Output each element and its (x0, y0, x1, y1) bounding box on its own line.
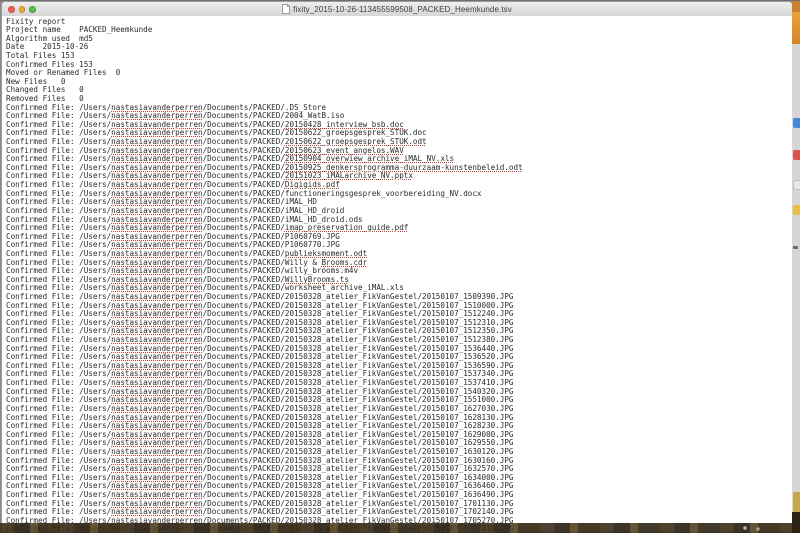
title-bar[interactable]: fixity_2015-10-26-113455599508_PACKED_He… (2, 2, 792, 17)
desktop-right-sliver (792, 0, 800, 533)
desktop-icon-tan[interactable] (793, 492, 800, 512)
window-title: fixity_2015-10-26-113455599508_PACKED_He… (293, 5, 512, 14)
wallpaper-orange-patch (792, 12, 800, 44)
wallpaper-bottom-strip (0, 523, 800, 533)
report-header-line: Changed Files 0 (6, 86, 792, 95)
desktop-icon-yellow[interactable] (793, 205, 800, 215)
report-header-line: Date 2015-10-26 (6, 43, 792, 52)
report-header-line: Moved or Renamed Files 0 (6, 69, 792, 78)
report-header-line: New Files 0 (6, 78, 792, 87)
report-header-line: Project name PACKED_Heemkunde (6, 26, 792, 35)
wallpaper-orange-corner (792, 0, 800, 12)
desktop-icon-pale[interactable] (793, 180, 800, 190)
report-content[interactable]: Fixity reportProject name PACKED_Heemkun… (2, 16, 792, 532)
report-header-line: Algorithm used md5 (6, 35, 792, 44)
fixity-report-window: fixity_2015-10-26-113455599508_PACKED_He… (1, 1, 793, 533)
desktop-icon-blue[interactable] (793, 118, 800, 128)
wallpaper-dark-corner (792, 512, 800, 533)
report-header-line: Confirmed Files 153 (6, 61, 792, 70)
desktop-icon-red[interactable] (793, 150, 800, 160)
desktop-icon-dash[interactable] (793, 246, 798, 249)
screen-top-edge (0, 0, 800, 1)
window-title-group: fixity_2015-10-26-113455599508_PACKED_He… (2, 2, 792, 16)
document-icon (282, 4, 290, 14)
report-header-line: Total Files 153 (6, 52, 792, 61)
